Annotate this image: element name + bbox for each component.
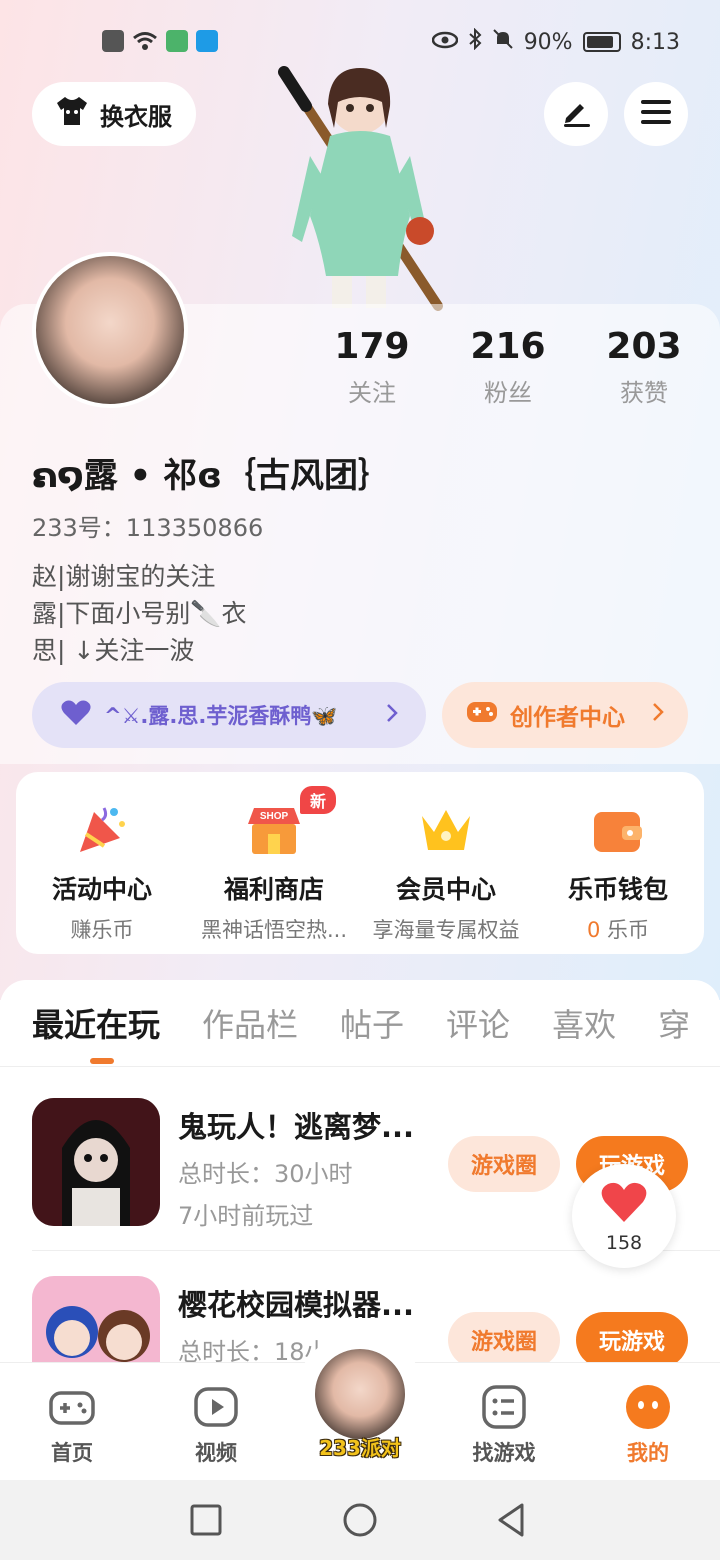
game-circle-button[interactable]: 游戏圈	[448, 1312, 560, 1362]
profile-stats: 179 关注 216 粉丝 203 获赞	[304, 326, 720, 408]
stat-followers[interactable]: 216 粉丝	[440, 326, 576, 408]
tab-outfits[interactable]: 穿	[658, 1000, 690, 1046]
stat-label: 粉丝	[484, 379, 532, 407]
chevron-right-icon	[386, 703, 398, 728]
stat-value: 216	[470, 326, 546, 367]
menu-button[interactable]	[624, 82, 688, 146]
bio: 赵|谢谢宝的关注 露|下面小号别🔪衣 思| ↓关注一波	[32, 562, 247, 665]
hamburger-icon	[640, 98, 672, 130]
new-badge: 新	[300, 786, 337, 814]
back-button[interactable]	[494, 1502, 530, 1538]
nav-mine[interactable]: 我的	[603, 1383, 693, 1467]
shop-sign-text: SHOP	[260, 811, 289, 822]
wifi-icon	[132, 30, 158, 58]
nav-video-label: 视频	[195, 1441, 237, 1465]
stat-value: 203	[606, 326, 682, 367]
battery-icon	[582, 32, 621, 52]
stat-label: 关注	[348, 379, 396, 407]
tab-indicator	[90, 1058, 114, 1064]
change-outfit-button[interactable]: 换衣服	[32, 82, 196, 146]
game-duration: 总时长：30小时	[178, 1160, 353, 1188]
recent-apps-button[interactable]	[188, 1502, 224, 1538]
activity-center-title: 活动中心	[51, 875, 152, 904]
search-app-icon	[196, 30, 218, 52]
fan-group-label: ^⚔.露.思.芋泥香酥鸭🦋	[104, 704, 338, 728]
game-thumbnail[interactable]	[32, 1098, 160, 1226]
nav-find-games-label: 找游戏	[472, 1441, 536, 1465]
coin-wallet-sub: 0 乐币	[532, 914, 704, 944]
welfare-shop-sub: 黑神话悟空热...	[200, 918, 348, 942]
system-navigation-bar	[0, 1480, 720, 1560]
nav-home-label: 首页	[51, 1441, 93, 1465]
home-button[interactable]	[342, 1502, 378, 1538]
tab-works[interactable]: 作品栏	[202, 1000, 298, 1046]
coin-wallet[interactable]: 乐币钱包 0 乐币	[532, 772, 704, 954]
nav-party-avatar[interactable]	[312, 1346, 408, 1442]
nav-video[interactable]: 视频	[171, 1383, 261, 1467]
creator-center-button[interactable]: 创作者中心	[442, 682, 688, 748]
game-last-played: 7小时前玩过	[178, 1202, 314, 1230]
fan-group-button[interactable]: ^⚔.露.思.芋泥香酥鸭🦋	[32, 682, 426, 748]
coin-balance: 0	[586, 918, 601, 942]
change-outfit-label: 换衣服	[100, 102, 172, 131]
coin-unit: 乐币	[600, 918, 650, 942]
activity-center[interactable]: 活动中心 赚乐币	[16, 772, 188, 954]
crown-icon	[418, 802, 474, 858]
activity-center-sub: 赚乐币	[70, 918, 134, 942]
stat-label: 获赞	[620, 379, 668, 407]
vip-center-title: 会员中心	[395, 875, 496, 904]
list-icon	[480, 1383, 528, 1431]
user-id[interactable]: 233号：113350866	[32, 508, 263, 543]
coin-wallet-title: 乐币钱包	[567, 875, 668, 904]
play-icon	[192, 1383, 240, 1431]
floating-like-button[interactable]: 158	[572, 1164, 676, 1268]
like-count: 158	[605, 1232, 643, 1254]
tab-divider	[0, 1066, 720, 1067]
game-title: 鬼玩人！逃离梦...	[178, 1110, 415, 1144]
game-thumbnail[interactable]	[32, 1276, 160, 1362]
profile-tabs: 最近在玩 作品栏 帖子 评论 喜欢 穿	[32, 1000, 690, 1046]
game-title: 樱花校园模拟器...	[178, 1288, 415, 1322]
eye-icon	[431, 30, 458, 55]
quick-menu: 活动中心 赚乐币 SHOP 福利商店 黑神话悟空热... 会员中心 享海量专属权…	[16, 772, 704, 954]
edit-profile-button[interactable]	[544, 82, 608, 146]
vip-center[interactable]: 会员中心 享海量专属权益	[360, 772, 532, 954]
nickname: ຄ໑露 • 祁ɞ｛古风团｝	[32, 456, 392, 496]
tab-likes[interactable]: 喜欢	[552, 1000, 616, 1046]
alert-icon	[102, 30, 124, 52]
heart-group-icon	[60, 699, 92, 732]
tab-recent[interactable]: 最近在玩	[32, 1000, 160, 1046]
nav-find-games[interactable]: 找游戏	[459, 1383, 549, 1467]
stat-following[interactable]: 179 关注	[304, 326, 440, 408]
party-popper-icon	[74, 802, 130, 858]
play-game-button[interactable]: 玩游戏	[576, 1312, 688, 1362]
clock: 8:13	[630, 29, 680, 55]
shop-icon: SHOP	[246, 802, 302, 858]
nav-party-label[interactable]: 233派对	[312, 1432, 408, 1461]
game-circle-button[interactable]: 游戏圈	[448, 1136, 560, 1192]
gamepad-icon	[466, 698, 498, 732]
gamepad-icon	[48, 1383, 96, 1431]
tab-posts[interactable]: 帖子	[340, 1000, 404, 1046]
avatar-character-image[interactable]	[270, 66, 450, 311]
nav-home[interactable]: 首页	[27, 1383, 117, 1467]
face-icon	[624, 1383, 672, 1431]
pen-icon	[560, 96, 592, 132]
app-notification-icon	[166, 30, 188, 52]
creator-center-label: 创作者中心	[510, 705, 625, 731]
wallet-icon	[590, 802, 646, 858]
heart-icon	[600, 1182, 648, 1228]
chevron-right-icon	[652, 702, 664, 728]
nav-mine-label: 我的	[627, 1441, 669, 1465]
mute-icon	[492, 28, 514, 56]
vip-center-sub: 享海量专属权益	[372, 918, 520, 942]
stat-value: 179	[334, 326, 410, 367]
profile-avatar[interactable]	[32, 252, 188, 408]
welfare-shop-title: 福利商店	[223, 875, 324, 904]
tshirt-icon	[54, 95, 90, 133]
stat-likes[interactable]: 203 获赞	[576, 326, 712, 408]
bluetooth-icon	[468, 27, 482, 56]
tab-comments[interactable]: 评论	[446, 1000, 510, 1046]
battery-percent: 90%	[523, 29, 573, 55]
